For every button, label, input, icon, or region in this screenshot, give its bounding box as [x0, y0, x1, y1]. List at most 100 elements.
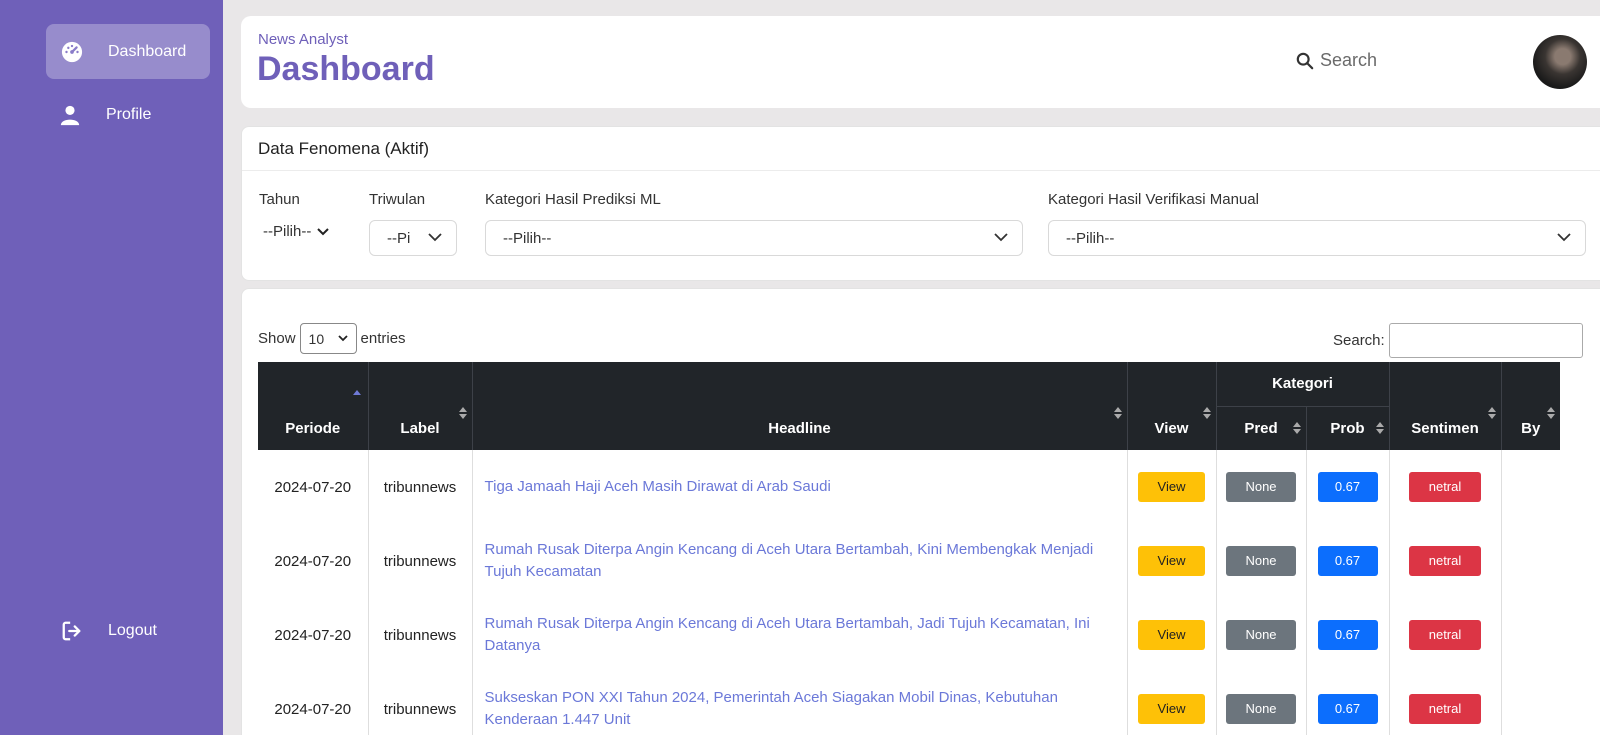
headline-link[interactable]: Rumah Rusak Diterpa Angin Kencang di Ace… — [485, 615, 1090, 654]
cell-by — [1501, 672, 1560, 735]
col-prob-label: Prob — [1330, 419, 1365, 437]
sentimen-badge: netral — [1409, 472, 1481, 502]
col-pred[interactable]: Pred — [1216, 406, 1307, 450]
entries-label: entries — [360, 330, 406, 347]
news-table: Periode Label Headline View Kategori Sen… — [258, 362, 1560, 735]
view-button[interactable]: View — [1138, 546, 1205, 576]
cell-label: tribunnews — [368, 450, 473, 524]
view-button[interactable]: View — [1138, 694, 1205, 724]
col-by-label: By — [1521, 420, 1541, 437]
headline-link[interactable]: Tiga Jamaah Haji Aceh Masih Dirawat di A… — [485, 478, 831, 495]
user-icon — [58, 103, 82, 127]
col-periode[interactable]: Periode — [258, 362, 369, 450]
prob-badge: 0.67 — [1317, 472, 1378, 502]
pred-badge: None — [1226, 694, 1296, 724]
avatar[interactable] — [1533, 35, 1587, 89]
col-prob[interactable]: Prob — [1306, 406, 1390, 450]
sidebar: Dashboard Profile Logout — [0, 0, 223, 735]
col-view-label: View — [1154, 420, 1189, 437]
sort-icon — [1375, 422, 1384, 435]
table-row: 2024-07-20 tribunnews Rumah Rusak Diterp… — [258, 524, 1560, 598]
prediksi-select[interactable]: --Pilih-- — [485, 220, 1023, 256]
table-row: 2024-07-20 tribunnews Tiga Jamaah Haji A… — [258, 450, 1560, 524]
sort-icon — [1547, 407, 1555, 419]
cell-periode: 2024-07-20 — [258, 672, 369, 735]
cell-by — [1501, 598, 1560, 672]
filter-panel: Data Fenomena (Aktif) Tahun --Pilih-- Tr… — [241, 126, 1600, 281]
pred-badge: None — [1226, 546, 1296, 576]
col-pred-label: Pred — [1244, 419, 1278, 437]
verifikasi-value: --Pilih-- — [1066, 229, 1115, 247]
prob-badge: 0.67 — [1317, 694, 1378, 724]
table-panel: Show 10 entries Search: Periode Label He… — [241, 288, 1600, 735]
sort-icon — [1487, 407, 1496, 419]
filter-title: Data Fenomena (Aktif) — [258, 139, 430, 158]
prob-badge: 0.67 — [1317, 620, 1378, 650]
sort-asc-icon — [352, 390, 361, 395]
chevron-down-icon — [317, 227, 330, 235]
view-button[interactable]: View — [1138, 620, 1205, 650]
search-input[interactable]: Search — [1296, 50, 1377, 71]
logout-icon — [60, 619, 84, 643]
col-headline-label: Headline — [768, 420, 831, 437]
col-headline[interactable]: Headline — [472, 362, 1128, 450]
triwulan-select[interactable]: --Pi — [369, 220, 457, 256]
table-search-input[interactable] — [1388, 323, 1583, 358]
table-row: 2024-07-20 tribunnews Rumah Rusak Diterp… — [258, 598, 1560, 672]
verifikasi-select[interactable]: --Pilih-- — [1048, 220, 1586, 256]
headline-link[interactable]: Sukseskan PON XXI Tahun 2024, Pemerintah… — [485, 689, 1058, 728]
triwulan-value: --Pi — [387, 229, 411, 247]
gauge-icon — [60, 40, 84, 64]
cell-periode: 2024-07-20 — [258, 524, 369, 598]
tahun-value: --Pilih-- — [263, 223, 312, 240]
headline-link[interactable]: Rumah Rusak Diterpa Angin Kencang di Ace… — [485, 541, 1094, 580]
sort-icon — [1113, 407, 1122, 419]
sentimen-badge: netral — [1409, 694, 1481, 724]
logout-label: Logout — [108, 621, 157, 639]
sort-icon — [458, 407, 467, 419]
divider — [242, 170, 1600, 171]
chevron-down-icon — [1557, 233, 1571, 242]
pred-badge: None — [1226, 620, 1296, 650]
sort-icon — [1292, 422, 1301, 435]
tahun-label: Tahun — [259, 191, 300, 208]
table-search-label: Search: — [1333, 332, 1385, 349]
page-length-control: Show 10 entries — [258, 323, 406, 354]
search-icon — [1296, 52, 1314, 69]
cell-periode: 2024-07-20 — [258, 598, 369, 672]
cell-label: tribunnews — [368, 598, 473, 672]
col-label-label: Label — [400, 420, 440, 437]
cell-by — [1501, 450, 1560, 524]
kategori-label: Kategori — [1272, 375, 1333, 393]
cell-by — [1501, 524, 1560, 598]
col-sentimen[interactable]: Sentimen — [1389, 362, 1502, 450]
header: News Analyst Dashboard Search — [241, 16, 1600, 108]
triwulan-label: Triwulan — [369, 191, 426, 208]
sidebar-item-dashboard[interactable]: Dashboard — [46, 24, 210, 79]
table-row: 2024-07-20 tribunnews Sukseskan PON XXI … — [258, 672, 1560, 735]
page-length-value: 10 — [308, 330, 325, 347]
app-subtitle: News Analyst — [258, 31, 349, 48]
col-by[interactable]: By — [1501, 362, 1560, 450]
show-label: Show — [258, 330, 296, 347]
sentimen-badge: netral — [1409, 546, 1481, 576]
col-label[interactable]: Label — [368, 362, 473, 450]
page-length-select[interactable]: 10 — [299, 323, 357, 354]
chevron-down-icon — [337, 335, 348, 342]
logout-button[interactable]: Logout — [46, 603, 210, 658]
tahun-select[interactable]: --Pilih-- — [263, 223, 330, 240]
col-periode-label: Periode — [285, 420, 341, 437]
sidebar-item-profile[interactable]: Profile — [46, 87, 210, 142]
table-search: Search: — [1333, 323, 1583, 358]
sidebar-item-label: Dashboard — [108, 42, 187, 60]
sort-icon — [1202, 407, 1211, 419]
chevron-down-icon — [428, 233, 442, 242]
prediksi-value: --Pilih-- — [503, 229, 552, 247]
col-sentimen-label: Sentimen — [1411, 420, 1479, 437]
col-view[interactable]: View — [1127, 362, 1217, 450]
search-placeholder: Search — [1320, 50, 1378, 70]
cell-label: tribunnews — [368, 524, 473, 598]
page-title: Dashboard — [257, 50, 435, 88]
view-button[interactable]: View — [1138, 472, 1205, 502]
sidebar-item-label: Profile — [106, 105, 152, 123]
